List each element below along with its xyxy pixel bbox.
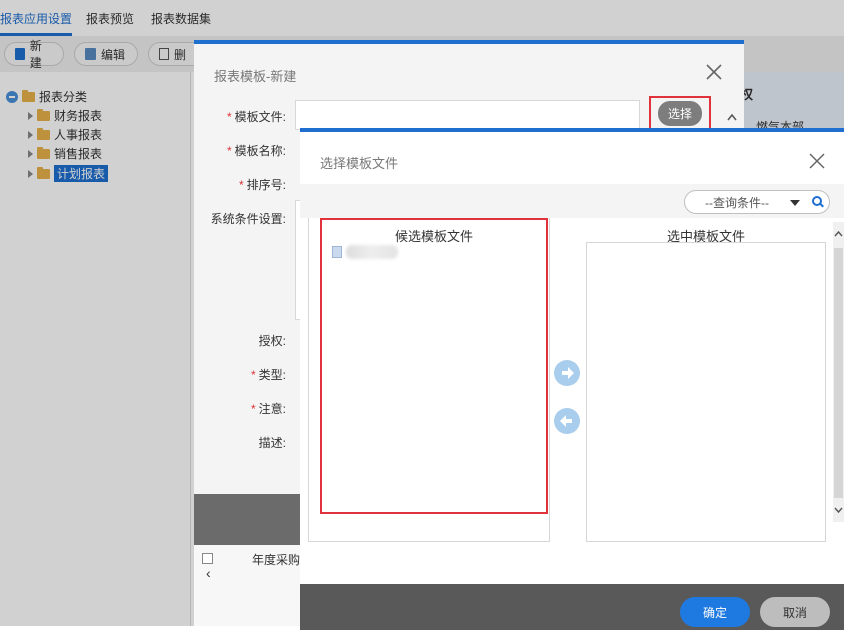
query-condition-select[interactable]: --查询条件-- — [684, 190, 830, 214]
confirm-button[interactable]: 确定 — [680, 597, 750, 627]
template-name-label: * 模板名称: — [226, 144, 286, 158]
scroll-down-icon[interactable] — [833, 504, 844, 516]
desc-label: 描述: — [258, 436, 286, 450]
close-icon[interactable] — [704, 62, 724, 82]
auth-label: 授权: — [258, 334, 286, 348]
scroll-left-icon[interactable]: ‹ — [206, 565, 211, 581]
cancel-button[interactable]: 取消 — [760, 597, 830, 627]
arrow-left-icon — [560, 415, 572, 427]
dialog-title: 报表模板-新建 — [214, 69, 297, 84]
scroll-up-icon[interactable] — [833, 228, 844, 240]
move-left-button[interactable] — [554, 408, 580, 434]
sys-cond-label: 系统条件设置: — [210, 212, 286, 226]
type-label: * 类型: — [250, 368, 286, 382]
vertical-scrollbar[interactable] — [833, 222, 844, 522]
select-button-label: 选择 — [657, 100, 702, 126]
selected-list[interactable] — [586, 242, 826, 542]
grid-bottom-row: 年度采购 ‹ — [194, 545, 300, 626]
move-right-button[interactable] — [554, 360, 580, 386]
template-file-label: * 模板文件: — [226, 110, 286, 124]
chevron-down-icon[interactable] — [790, 200, 800, 206]
scroll-up-icon[interactable] — [726, 110, 738, 124]
query-condition-text: --查询条件-- — [705, 195, 769, 210]
close-icon[interactable] — [808, 152, 826, 170]
select-template-dialog: 选择模板文件 --查询条件-- 候选模板文件 选中模板文件 确定 取消 — [300, 128, 844, 630]
grid-cell: 年度采购 — [252, 553, 301, 567]
candidate-highlight-frame — [320, 218, 548, 514]
note-label: * 注意: — [250, 402, 286, 416]
template-file-field[interactable] — [295, 100, 640, 130]
select-file-button[interactable]: 选择 — [649, 96, 711, 130]
arrow-right-icon — [562, 367, 574, 379]
row-checkbox[interactable] — [202, 553, 213, 564]
sort-no-label: * 排序号: — [238, 178, 286, 192]
scroll-thumb[interactable] — [834, 248, 843, 498]
dialog-title: 选择模板文件 — [320, 156, 399, 171]
